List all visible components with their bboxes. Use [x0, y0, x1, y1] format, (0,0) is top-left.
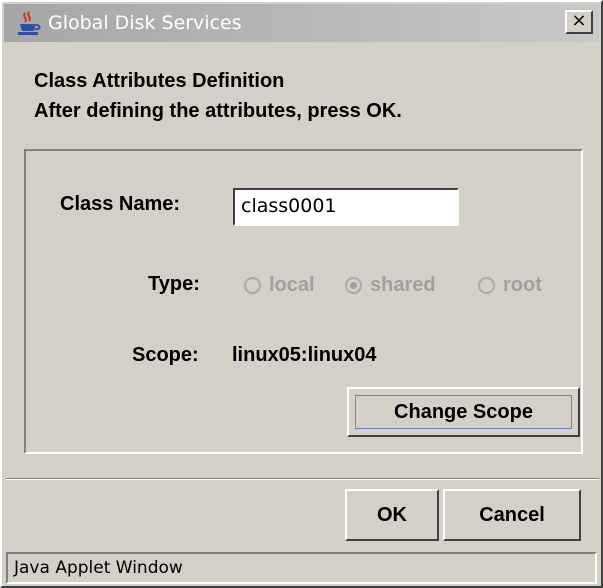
scope-label: Scope: [132, 344, 199, 366]
type-label: Type: [148, 273, 200, 295]
type-radio-root[interactable]: root [478, 270, 542, 300]
change-scope-button[interactable]: Change Scope [347, 387, 580, 437]
change-scope-label: Change Scope [394, 401, 533, 423]
separator [6, 478, 599, 480]
dialog-instruction: After defining the attributes, press OK. [34, 100, 402, 122]
window-title: Global Disk Services [48, 12, 242, 34]
type-radio-shared-label: shared [370, 273, 436, 296]
type-radio-root-label: root [503, 273, 542, 296]
ok-label: OK [377, 504, 407, 526]
scope-value: linux05:linux04 [232, 344, 377, 366]
class-name-input[interactable]: class0001 [233, 188, 459, 226]
title-bar[interactable]: Global Disk Services × [4, 4, 599, 42]
cancel-label: Cancel [479, 504, 545, 526]
cancel-button[interactable]: Cancel [443, 489, 581, 541]
applet-status-bar: Java Applet Window [6, 552, 597, 584]
class-name-label: Class Name: [60, 193, 181, 215]
radio-unchecked-icon [244, 276, 261, 294]
radio-checked-icon [345, 276, 362, 294]
type-radio-local[interactable]: local [244, 270, 315, 300]
type-radio-local-label: local [269, 273, 315, 296]
dialog-heading: Class Attributes Definition [34, 70, 285, 92]
ok-button[interactable]: OK [345, 489, 439, 541]
close-icon: × [571, 10, 587, 31]
java-cup-icon [18, 11, 41, 35]
close-button[interactable]: × [565, 10, 593, 34]
radio-unchecked-icon [478, 276, 495, 294]
type-radio-shared[interactable]: shared [345, 270, 436, 300]
dialog-window: Global Disk Services × Class Attributes … [0, 0, 603, 588]
